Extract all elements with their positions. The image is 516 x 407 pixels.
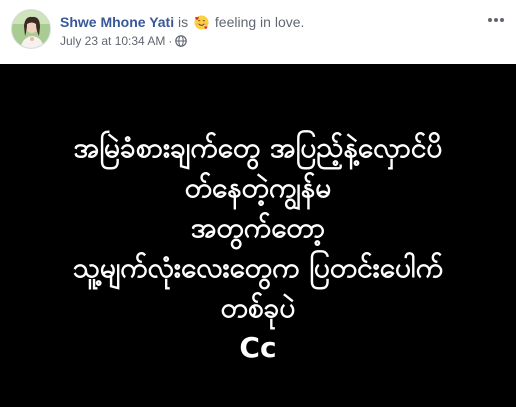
is-text: is [178, 14, 189, 30]
globe-icon[interactable] [175, 35, 188, 47]
status-background: အမြဲခံစားချက်တွေ အပြည့်နဲ့လှောင်ပိ တ်နေတ… [0, 64, 516, 407]
smiling-face-with-hearts-icon [194, 15, 209, 30]
timestamp-link[interactable]: July 23 at 10:34 AM [60, 34, 165, 48]
post-card: Shwe Mhone Yati is feeling in love. July… [0, 0, 516, 407]
post-meta: July 23 at 10:34 AM · [60, 33, 188, 49]
status-line: တ်နေတဲ့ကျွန်မ [184, 171, 332, 204]
post-header: Shwe Mhone Yati is feeling in love. July… [0, 0, 516, 64]
author-avatar[interactable] [11, 9, 51, 49]
status-line: တစ်ခုပဲ [220, 291, 296, 324]
avatar-image [12, 10, 50, 48]
status-text-block: အမြဲခံစားချက်တွေ အပြည့်နဲ့လှောင်ပိ တ်နေတ… [0, 128, 516, 368]
more-options-button[interactable] [484, 12, 508, 32]
status-line: Cc [239, 331, 277, 364]
author-line: Shwe Mhone Yati is feeling in love. [60, 13, 304, 31]
status-line: သူ့မျက်လုံးလေးတွေက ပြတင်းပေါက် [72, 251, 444, 284]
status-line: အမြဲခံစားချက်တွေ အပြည့်နဲ့လှောင်ပိ [73, 131, 443, 164]
feeling-text: feeling in love. [214, 14, 305, 30]
more-options-icon [488, 18, 504, 22]
author-name-link[interactable]: Shwe Mhone Yati [60, 14, 174, 30]
status-line: အတွက်တော့ [190, 211, 326, 244]
meta-separator: · [168, 34, 173, 48]
